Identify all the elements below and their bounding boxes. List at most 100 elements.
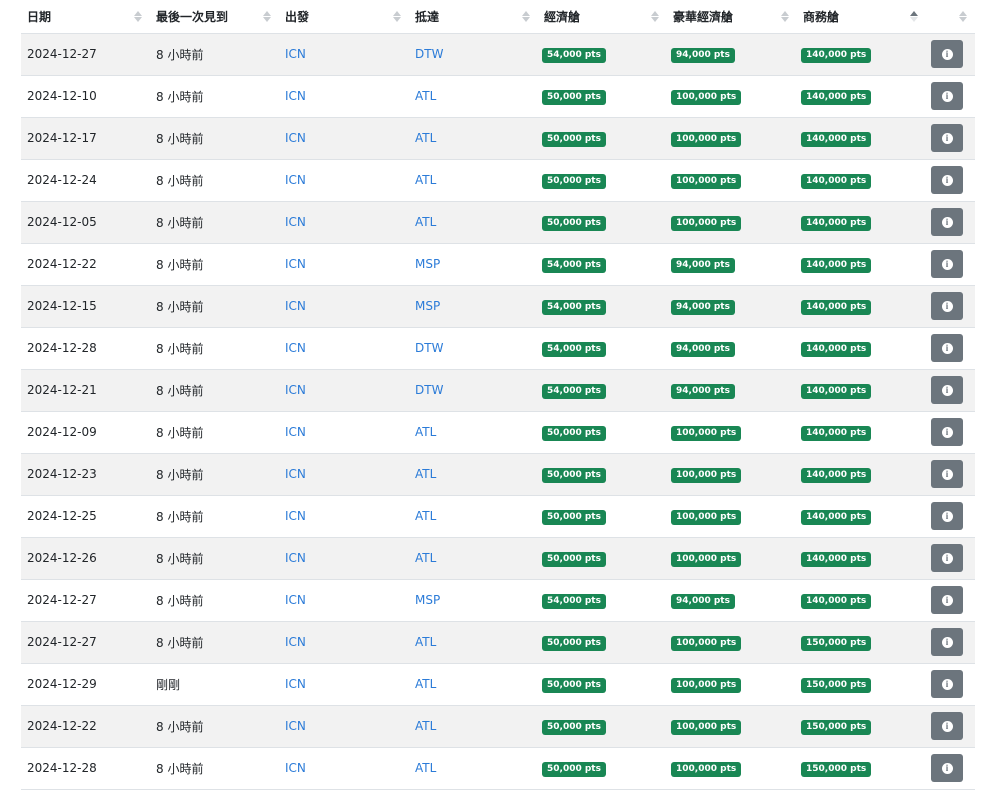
info-button[interactable]: i	[931, 376, 963, 404]
header-business[interactable]: 商務艙	[797, 0, 926, 34]
origin-link[interactable]: ICN	[285, 761, 306, 775]
info-button[interactable]: i	[931, 292, 963, 320]
origin-link[interactable]: ICN	[285, 383, 306, 397]
info-button[interactable]: i	[931, 208, 963, 236]
origin-link[interactable]: ICN	[285, 551, 306, 565]
economy-cell: 50,000 pts	[538, 117, 667, 160]
table-row: 2024-12-05 8 小時前 ICN ATL 50,000 pts 100,000 p…	[21, 201, 975, 244]
origin-cell: ICN	[279, 327, 409, 370]
info-button[interactable]: i	[931, 40, 963, 68]
header-date[interactable]: 日期	[21, 0, 150, 34]
last-seen-value: 8 小時前	[156, 383, 204, 398]
header-premium[interactable]: 豪華經濟艙	[667, 0, 797, 34]
date-cell: 2024-12-22	[21, 243, 150, 286]
header-origin[interactable]: 出發	[279, 0, 409, 34]
origin-link[interactable]: ICN	[285, 341, 306, 355]
destination-link[interactable]: ATL	[415, 509, 436, 523]
info-button[interactable]: i	[931, 166, 963, 194]
origin-link[interactable]: ICN	[285, 299, 306, 313]
sort-icon[interactable]	[393, 9, 401, 23]
origin-link[interactable]: ICN	[285, 425, 306, 439]
info-button[interactable]: i	[931, 250, 963, 278]
origin-link[interactable]: ICN	[285, 677, 306, 691]
header-actions[interactable]	[926, 0, 975, 34]
premium-cell: 100,000 pts	[667, 495, 797, 538]
info-button[interactable]: i	[931, 754, 963, 782]
premium-cell: 100,000 pts	[667, 621, 797, 664]
origin-link[interactable]: ICN	[285, 257, 306, 271]
destination-link[interactable]: ATL	[415, 677, 436, 691]
header-economy[interactable]: 經濟艙	[538, 0, 667, 34]
destination-cell: MSP	[409, 285, 538, 328]
info-button[interactable]: i	[931, 418, 963, 446]
info-button[interactable]: i	[931, 502, 963, 530]
sort-icon[interactable]	[651, 9, 659, 23]
info-button[interactable]: i	[931, 334, 963, 362]
sort-icon[interactable]	[959, 9, 967, 23]
date-value: 2024-12-25	[27, 509, 97, 523]
origin-link[interactable]: ICN	[285, 719, 306, 733]
destination-link[interactable]: ATL	[415, 635, 436, 649]
header-origin-label: 出發	[285, 9, 310, 24]
info-button[interactable]: i	[931, 712, 963, 740]
economy-points-badge: 50,000 pts	[542, 131, 606, 147]
info-button[interactable]: i	[931, 670, 963, 698]
origin-link[interactable]: ICN	[285, 173, 306, 187]
origin-link[interactable]: ICN	[285, 47, 306, 61]
origin-link[interactable]: ICN	[285, 467, 306, 481]
actions-cell: i	[926, 117, 975, 160]
sort-icon[interactable]	[781, 9, 789, 23]
info-icon: i	[941, 48, 953, 60]
destination-link[interactable]: MSP	[415, 257, 440, 271]
destination-cell: ATL	[409, 159, 538, 202]
sort-icon[interactable]	[263, 9, 271, 23]
last-seen-cell: 8 小時前	[150, 327, 279, 370]
destination-link[interactable]: MSP	[415, 299, 440, 313]
destination-link[interactable]: ATL	[415, 467, 436, 481]
info-button[interactable]: i	[931, 544, 963, 572]
info-icon: i	[941, 342, 953, 354]
origin-link[interactable]: ICN	[285, 593, 306, 607]
economy-cell: 50,000 pts	[538, 537, 667, 580]
destination-link[interactable]: MSP	[415, 593, 440, 607]
info-button[interactable]: i	[931, 628, 963, 656]
destination-link[interactable]: ATL	[415, 173, 436, 187]
date-value: 2024-12-23	[27, 467, 97, 481]
origin-link[interactable]: ICN	[285, 215, 306, 229]
destination-link[interactable]: ATL	[415, 761, 436, 775]
origin-cell: ICN	[279, 663, 409, 706]
info-icon: i	[941, 468, 953, 480]
destination-link[interactable]: ATL	[415, 131, 436, 145]
header-destination[interactable]: 抵達	[409, 0, 538, 34]
date-value: 2024-12-22	[27, 719, 97, 733]
economy-points-badge: 50,000 pts	[542, 677, 606, 693]
sort-icon[interactable]	[134, 9, 142, 23]
destination-link[interactable]: ATL	[415, 215, 436, 229]
info-button[interactable]: i	[931, 460, 963, 488]
destination-link[interactable]: DTW	[415, 383, 443, 397]
info-button[interactable]: i	[931, 586, 963, 614]
last-seen-value: 8 小時前	[156, 635, 204, 650]
destination-link[interactable]: DTW	[415, 341, 443, 355]
destination-link[interactable]: DTW	[415, 47, 443, 61]
table-row: 2024-12-15 8 小時前 ICN MSP 54,000 pts 94,000 pt…	[21, 285, 975, 328]
destination-link[interactable]: ATL	[415, 425, 436, 439]
origin-link[interactable]: ICN	[285, 131, 306, 145]
origin-link[interactable]: ICN	[285, 89, 306, 103]
actions-cell: i	[926, 411, 975, 454]
date-cell: 2024-12-25	[21, 495, 150, 538]
economy-points-badge: 50,000 pts	[542, 215, 606, 231]
header-last-seen[interactable]: 最後一次見到	[150, 0, 279, 34]
sort-icon[interactable]	[522, 9, 530, 23]
origin-link[interactable]: ICN	[285, 509, 306, 523]
destination-link[interactable]: ATL	[415, 719, 436, 733]
destination-link[interactable]: ATL	[415, 89, 436, 103]
sort-ascending-icon[interactable]	[910, 9, 918, 23]
origin-link[interactable]: ICN	[285, 635, 306, 649]
business-points-badge: 140,000 pts	[801, 47, 872, 63]
info-button[interactable]: i	[931, 82, 963, 110]
last-seen-cell: 8 小時前	[150, 75, 279, 118]
business-cell: 150,000 pts	[797, 663, 926, 706]
destination-link[interactable]: ATL	[415, 551, 436, 565]
info-button[interactable]: i	[931, 124, 963, 152]
